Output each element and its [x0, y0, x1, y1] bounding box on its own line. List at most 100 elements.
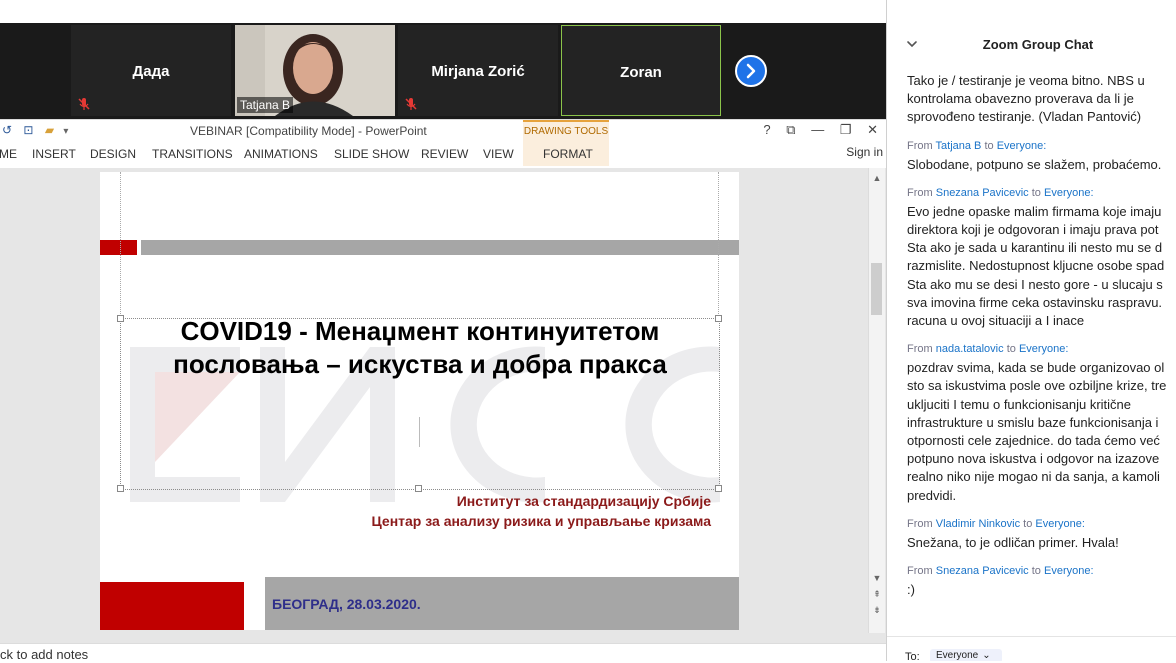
message-line: razmislite. Nedostupnost kljucne osobe s…	[907, 258, 1165, 274]
message-line: sva imovina firme ceka ostavinsku raspra…	[907, 294, 1163, 310]
minimize-button[interactable]: —	[811, 122, 824, 137]
notes-pane[interactable]: ck to add notes	[0, 643, 886, 663]
chat-title: Zoom Group Chat	[982, 37, 1094, 52]
start-from-beginning-icon[interactable]: ⊡	[23, 123, 33, 137]
customize-toolbar-icon[interactable]: ▾	[63, 126, 68, 137]
tab-home[interactable]: ME	[0, 147, 17, 161]
tab-insert[interactable]: INSERT	[32, 147, 76, 161]
tab-format[interactable]: FORMAT	[543, 147, 593, 161]
message-line: :)	[907, 582, 915, 598]
slide-date: БЕОГРАД, 28.03.2020.	[272, 596, 421, 612]
message-meta: From nada.tatalovic to Everyone:	[907, 342, 1176, 357]
next-page-button[interactable]	[735, 55, 767, 87]
chat-messages: Tako je / testiranje je veoma bitno. NBS…	[907, 72, 1176, 611]
participant-tile[interactable]: Mirjana Zorić	[398, 25, 558, 116]
scroll-down-icon[interactable]: ▼	[871, 572, 883, 584]
from-word: From	[907, 186, 933, 199]
message-line: direktora koji je odgovoran i imaju prav…	[907, 222, 1159, 238]
powerpoint-window: ↺ ⊡ ▰ ▾ VEBINAR [Compatibility Mode] - P…	[0, 119, 886, 663]
from-word: From	[907, 343, 933, 356]
quick-access-toolbar[interactable]: ↺ ⊡ ▰ ▾	[2, 123, 68, 137]
message-sender[interactable]: Tatjana B	[936, 140, 982, 152]
message-recipient[interactable]: Everyone:	[1035, 518, 1085, 530]
chevron-down-icon: ⌄	[982, 650, 991, 661]
selection-guide	[120, 172, 121, 318]
slide-title-line-1[interactable]: COVID19 - Менаџмент континуитетом	[140, 315, 700, 348]
tab-view[interactable]: VIEW	[483, 147, 514, 161]
resize-handle[interactable]	[117, 315, 124, 322]
tab-slide-show[interactable]: SLIDE SHOW	[334, 147, 409, 161]
tab-review[interactable]: REVIEW	[421, 147, 468, 161]
message-sender[interactable]: Vladimir Ninkovic	[936, 518, 1020, 530]
participant-name: Дада	[132, 63, 170, 80]
participant-name: Tatjana B	[237, 97, 294, 113]
chevron-right-icon	[746, 63, 756, 79]
message-line: racuna u ovoj situaciji a I inace	[907, 313, 1085, 329]
message-line: Snežana, to je odličan primer. Hvala!	[907, 534, 1119, 550]
message-line: kontrolama obavezno proverava da li je	[907, 91, 1134, 107]
message-recipient[interactable]: Everyone:	[1044, 565, 1094, 577]
message-sender[interactable]: Snezana Pavicevic	[936, 187, 1029, 199]
previous-slide-icon[interactable]: ⇞	[871, 588, 883, 600]
resize-handle[interactable]	[415, 485, 422, 492]
slide-canvas[interactable]: COVID19 - Менаџмент континуитетом послов…	[100, 172, 739, 630]
undo-icon[interactable]: ↺	[2, 123, 12, 137]
scroll-thumb[interactable]	[871, 263, 882, 315]
next-slide-icon[interactable]: ⇟	[871, 604, 883, 616]
chat-message: From Vladimir Ninkovic to Everyone: Snež…	[907, 517, 1176, 552]
ribbon-display-button[interactable]: ⧉	[786, 122, 795, 138]
participant-name: Mirjana Zorić	[431, 63, 525, 80]
window-title: VEBINAR [Compatibility Mode] - PowerPoin…	[190, 124, 427, 138]
tab-animations[interactable]: ANIMATIONS	[244, 147, 318, 161]
tab-transitions[interactable]: TRANSITIONS	[152, 147, 233, 161]
sign-in-link[interactable]: Sign in	[846, 145, 883, 159]
message-line: Sta ako mu se desi I nesto gore - u sluc…	[907, 276, 1163, 292]
chat-message: From Snezana Pavicevic to Everyone: :)	[907, 564, 1176, 599]
vertical-scrollbar[interactable]: ▲ ▼ ⇞ ⇟	[868, 168, 885, 633]
participant-video-tile[interactable]: Tatjana B	[235, 25, 395, 116]
video-strip: Дада Tatjana B Mirjana Zorić Zoran	[0, 23, 886, 119]
chat-footer: To: Everyone ⌄	[887, 636, 1176, 661]
message-line: Tako je / testiranje je veoma bitno. NBS…	[907, 73, 1145, 88]
message-meta: From Tatjana B to Everyone:	[907, 139, 1176, 154]
tab-design[interactable]: DESIGN	[90, 147, 136, 161]
slide-title-line-2[interactable]: пословања – искуства и добра пракса	[140, 348, 700, 381]
text-cursor	[419, 417, 420, 447]
notes-placeholder[interactable]: ck to add notes	[0, 647, 88, 662]
bottom-red-block	[100, 582, 244, 630]
message-sender[interactable]: Snezana Pavicevic	[936, 565, 1029, 577]
muted-mic-icon	[405, 98, 417, 110]
selection-guide	[718, 172, 719, 318]
resize-handle[interactable]	[117, 485, 124, 492]
resize-handle[interactable]	[715, 315, 722, 322]
open-folder-icon[interactable]: ▰	[45, 123, 54, 137]
message-sender[interactable]: nada.tatalovic	[936, 343, 1004, 355]
message-recipient[interactable]: Everyone:	[1019, 343, 1069, 355]
message-line: otpornosti cele zajednice. do tada ćemo …	[907, 433, 1160, 449]
message-recipient[interactable]: Everyone:	[1044, 187, 1094, 199]
slide-institution-line-2: Центар за анализу ризика и управљање кри…	[371, 513, 711, 529]
from-word: From	[907, 517, 933, 530]
accent-gray-bar	[141, 240, 739, 255]
recipient-dropdown[interactable]: Everyone ⌄	[930, 649, 1002, 661]
message-line: Sta ako je sada u karantinu ili nesto mu…	[907, 240, 1163, 256]
title-bar: ↺ ⊡ ▰ ▾ VEBINAR [Compatibility Mode] - P…	[0, 120, 886, 142]
message-line: Evo jedne opaske malim firmama koje imaj…	[907, 203, 1162, 219]
chat-message: From nada.tatalovic to Everyone: pozdrav…	[907, 342, 1176, 505]
message-meta: From Snezana Pavicevic to Everyone:	[907, 186, 1176, 201]
from-word: From	[907, 565, 933, 578]
muted-mic-icon	[78, 98, 90, 110]
chat-message: From Tatjana B to Everyone: Slobodane, p…	[907, 139, 1176, 174]
participant-tile-active[interactable]: Zoran	[561, 25, 721, 116]
help-button[interactable]: ?	[763, 122, 770, 137]
message-recipient[interactable]: Everyone:	[997, 140, 1047, 152]
message-line: ukljuciti I temu o funkcionisanju kritič…	[907, 396, 1131, 412]
resize-handle[interactable]	[715, 485, 722, 492]
slide-institution-line-1: Институт за стандардизацију Србије	[456, 493, 711, 509]
scroll-up-icon[interactable]: ▲	[871, 172, 883, 184]
close-button[interactable]: ✕	[867, 122, 878, 138]
restore-button[interactable]: ❐	[840, 122, 852, 138]
participant-tile[interactable]: Дада	[71, 25, 231, 116]
to-word: to	[1006, 343, 1016, 356]
top-strip	[0, 0, 886, 23]
